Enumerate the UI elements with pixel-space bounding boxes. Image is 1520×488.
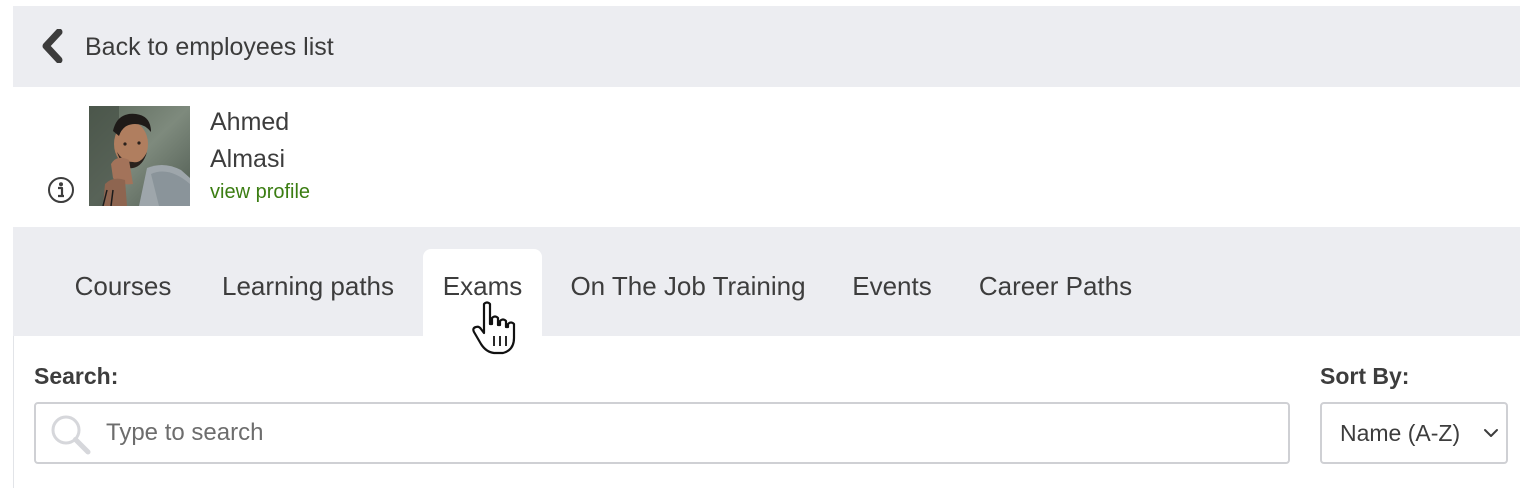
search-input[interactable] bbox=[106, 404, 1276, 462]
sort-selected-value: Name (A-Z) bbox=[1340, 420, 1461, 446]
search-box bbox=[34, 402, 1290, 464]
employee-profile-header: Ahmed Almasi view profile bbox=[13, 87, 1520, 227]
content-frame-border bbox=[13, 336, 14, 488]
search-label: Search: bbox=[34, 363, 119, 389]
tab-label: Learning paths bbox=[221, 271, 395, 301]
tab-bar: Courses Learning paths Exams On The Job … bbox=[13, 227, 1520, 336]
tab-label: On The Job Training bbox=[570, 271, 806, 301]
view-profile-link[interactable]: view profile bbox=[210, 180, 310, 204]
info-icon[interactable] bbox=[47, 176, 75, 204]
tab-courses[interactable]: Courses bbox=[58, 249, 188, 336]
tab-label: Career Paths bbox=[978, 271, 1133, 301]
tab-on-the-job-training[interactable]: On The Job Training bbox=[558, 249, 818, 336]
tab-career-paths[interactable]: Career Paths bbox=[968, 249, 1143, 336]
tab-label: Events bbox=[852, 271, 932, 301]
sort-by-label: Sort By: bbox=[1320, 363, 1410, 389]
sort-by-select[interactable]: Name (A-Z) bbox=[1320, 402, 1508, 464]
tab-learning-paths[interactable]: Learning paths bbox=[208, 249, 408, 336]
employee-first-name: Ahmed bbox=[210, 108, 290, 136]
tab-label: Exams bbox=[442, 271, 523, 301]
tab-label: Courses bbox=[74, 271, 172, 301]
chevron-down-icon bbox=[1484, 429, 1498, 437]
tab-events[interactable]: Events bbox=[839, 249, 945, 336]
back-link-label: Back to employees list bbox=[85, 33, 334, 61]
search-icon bbox=[51, 415, 91, 455]
employee-last-name: Almasi bbox=[210, 145, 286, 173]
back-to-employees-link[interactable]: Back to employees list bbox=[13, 6, 1520, 87]
avatar bbox=[89, 106, 190, 206]
tab-exams[interactable]: Exams bbox=[423, 249, 542, 336]
chevron-left-icon bbox=[42, 29, 63, 63]
